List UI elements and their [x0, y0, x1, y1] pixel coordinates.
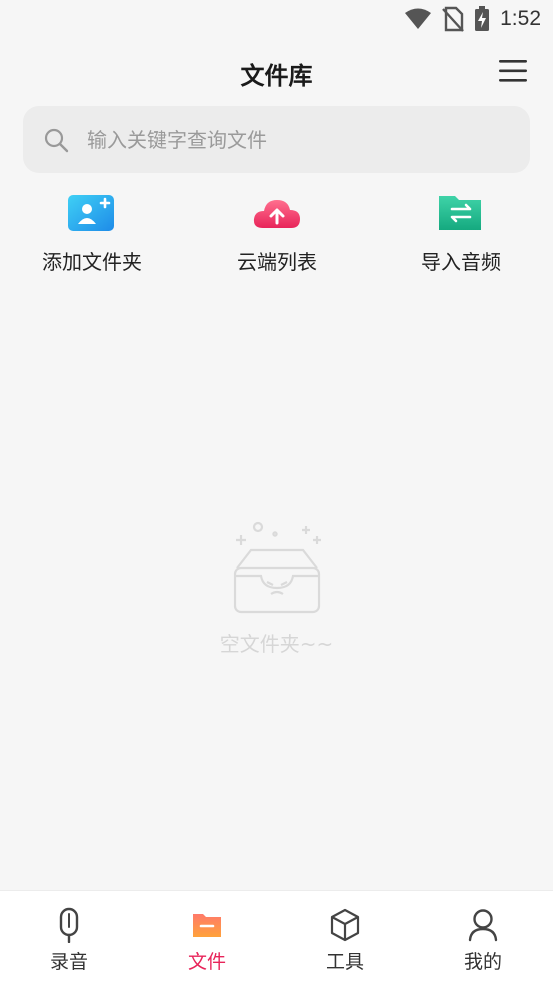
add-folder-label: 添加文件夹 — [42, 250, 142, 274]
nav-record[interactable]: 录音 — [29, 907, 109, 974]
bottom-navigation: 录音 文件 工具 我的 — [0, 890, 553, 983]
nav-mine[interactable]: 我的 — [443, 907, 523, 974]
page-title: 文件库 — [240, 62, 313, 90]
add-folder-button[interactable]: 添加文件夹 — [17, 192, 167, 275]
nav-record-label: 录音 — [49, 951, 88, 973]
nav-tools-label: 工具 — [325, 951, 364, 973]
battery-charging-icon — [475, 6, 490, 31]
empty-state-text: 空文件夹~~ — [219, 632, 334, 656]
menu-button[interactable] — [497, 56, 529, 86]
search-input[interactable] — [87, 127, 487, 152]
header: 文件库 — [0, 50, 553, 96]
status-bar: 1:52 — [0, 0, 553, 40]
status-icons: 1:52 — [404, 6, 541, 32]
search-box[interactable] — [23, 106, 530, 173]
tools-cube-icon — [330, 908, 360, 942]
no-sim-icon — [442, 6, 465, 32]
status-time: 1:52 — [500, 7, 541, 30]
empty-state: 空文件夹~~ — [0, 518, 553, 657]
nav-tools[interactable]: 工具 — [305, 907, 385, 974]
cloud-list-button[interactable]: 云端列表 — [202, 192, 352, 275]
hamburger-menu-icon — [499, 60, 527, 82]
wifi-icon — [405, 8, 432, 29]
add-folder-icon — [68, 195, 114, 231]
empty-box-icon — [233, 521, 321, 614]
cloud-upload-icon — [253, 200, 300, 228]
nav-files[interactable]: 文件 — [167, 907, 247, 974]
microphone-icon — [59, 907, 79, 943]
file-library-screen: 1:52 文件库 输入关键字查询文件 添加文件夹 云端列表 导入音频 空文件夹~… — [0, 0, 553, 983]
search-icon — [44, 128, 69, 152]
import-audio-label: 导入音频 — [421, 250, 501, 274]
profile-icon — [468, 909, 498, 942]
import-audio-button[interactable]: 导入音频 — [386, 192, 536, 275]
cloud-list-label: 云端列表 — [237, 250, 317, 274]
folder-icon — [193, 914, 221, 937]
nav-mine-label: 我的 — [463, 951, 502, 973]
quick-actions: 添加文件夹 云端列表 导入音频 — [0, 192, 553, 282]
nav-files-label: 文件 — [187, 951, 226, 973]
import-audio-icon — [439, 196, 481, 230]
